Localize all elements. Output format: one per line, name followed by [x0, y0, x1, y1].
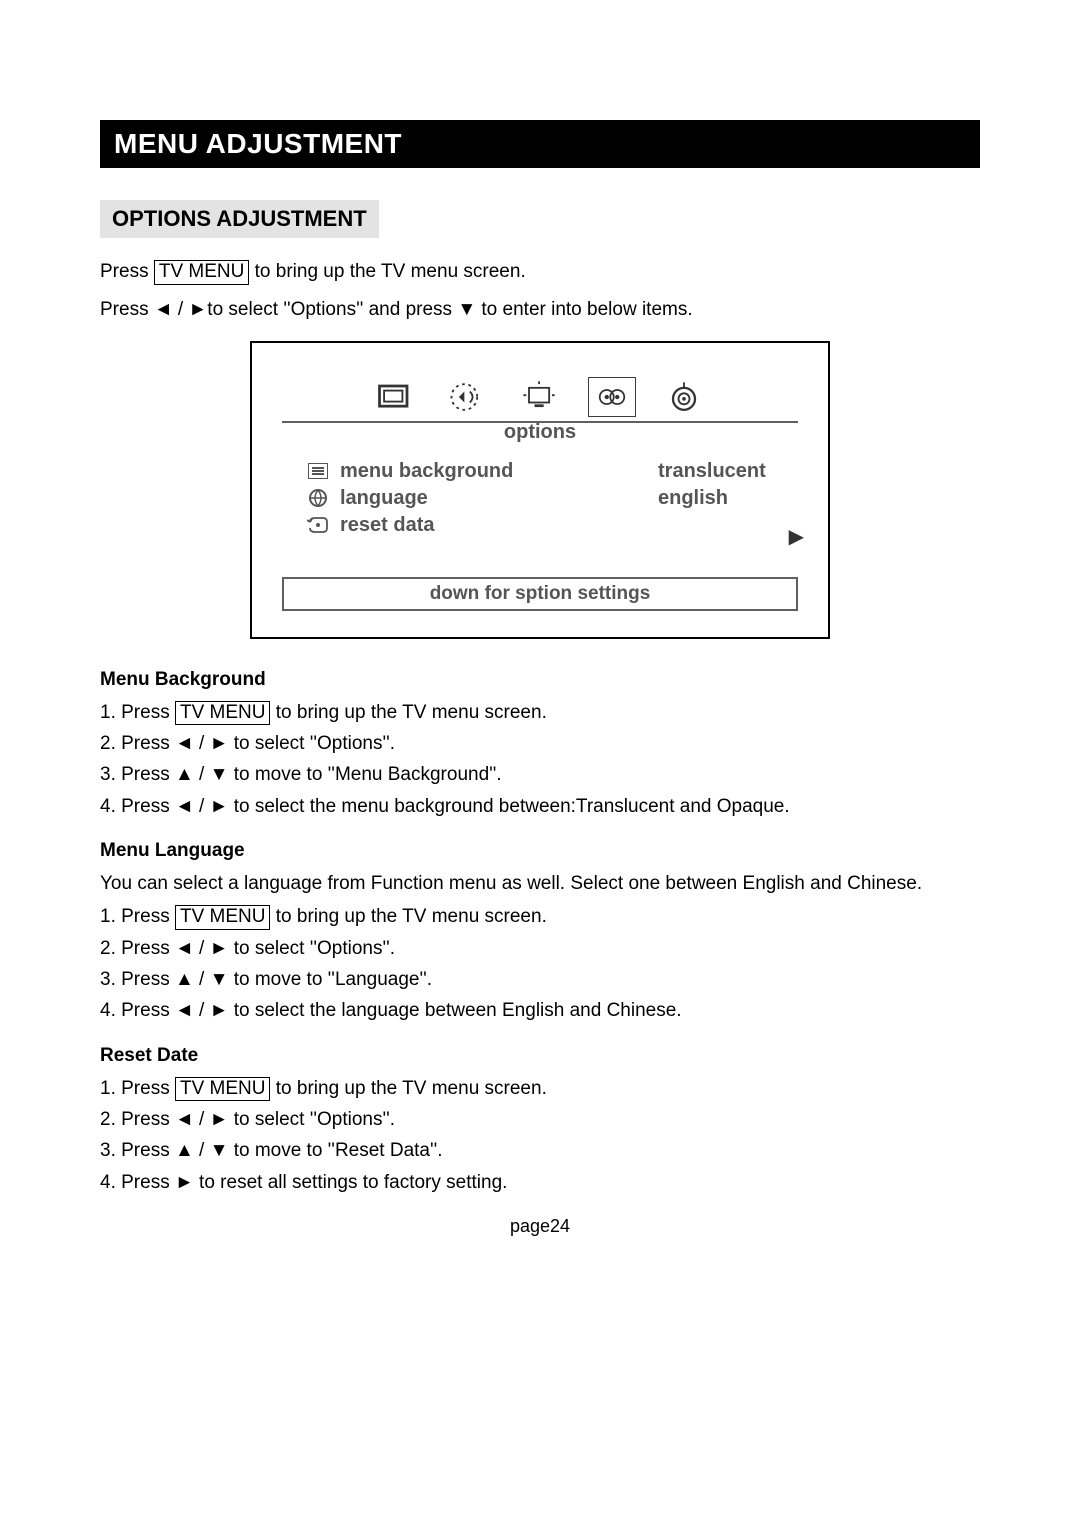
step-text: 1. Press: [100, 702, 175, 723]
intro-block: Press TV MENU to bring up the TV menu sc…: [100, 256, 980, 327]
menu-item-value: english: [658, 487, 798, 510]
instruction-step: 2. Press ◄ / ► to select ''Options''.: [100, 1104, 980, 1135]
menu-row-language: language english: [306, 487, 798, 510]
tv-menu-button-label: TV MENU: [175, 905, 271, 930]
step-text: to bring up the TV menu screen.: [270, 906, 546, 927]
subsection-title: Menu Language: [100, 840, 980, 862]
instruction-step: 1. Press TV MENU to bring up the TV menu…: [100, 1073, 980, 1104]
step-text: 1. Press: [100, 1078, 175, 1099]
body-paragraph: You can select a language from Function …: [100, 868, 980, 899]
instruction-step: 2. Press ◄ / ► to select ''Options''.: [100, 933, 980, 964]
instruction-step: 3. Press ▲ / ▼ to move to ''Language''.: [100, 964, 980, 995]
intro-text: Press ◄ / ►to select ''Options'' and pre…: [100, 294, 980, 326]
menu-row-background: menu background translucent: [306, 460, 798, 483]
menu-item-label: language: [340, 487, 648, 510]
step-text: 1. Press: [100, 906, 175, 927]
intro-text: to bring up the TV menu screen.: [249, 261, 525, 282]
screen-footer-note: down for sption settings: [282, 577, 798, 611]
menu-row-reset: reset data: [306, 514, 798, 537]
tab-sound-icon: [444, 377, 492, 417]
section-heading: OPTIONS ADJUSTMENT: [100, 200, 379, 238]
tv-menu-button-label: TV MENU: [175, 701, 271, 726]
tab-channel-icon: [660, 377, 708, 417]
tv-menu-button-label: TV MENU: [175, 1077, 271, 1102]
page-number: page24: [100, 1216, 980, 1237]
instruction-sections: Menu Background 1. Press TV MENU to bring…: [100, 669, 980, 1198]
step-text: to bring up the TV menu screen.: [270, 1078, 546, 1099]
tv-menu-button-label: TV MENU: [154, 260, 250, 285]
subsection-title: Reset Date: [100, 1045, 980, 1067]
tv-menu-screenshot: options menu background translucent lang…: [250, 341, 830, 639]
screen-tab-title: options: [504, 421, 576, 443]
instruction-step: 4. Press ◄ / ► to select the menu backgr…: [100, 791, 980, 822]
subsection-title: Menu Background: [100, 669, 980, 691]
page-title: MENU ADJUSTMENT: [100, 120, 980, 168]
list-icon: [306, 463, 330, 479]
menu-item-value: translucent: [658, 460, 798, 483]
step-text: to bring up the TV menu screen.: [270, 702, 546, 723]
tab-options-icon: [588, 377, 636, 417]
instruction-step: 3. Press ▲ / ▼ to move to ''Menu Backgro…: [100, 759, 980, 790]
menu-item-label: menu background: [340, 460, 648, 483]
intro-text: Press: [100, 261, 154, 282]
instruction-step: 3. Press ▲ / ▼ to move to ''Reset Data''…: [100, 1135, 980, 1166]
instruction-step: 2. Press ◄ / ► to select ''Options''.: [100, 728, 980, 759]
globe-icon: [306, 488, 330, 508]
instruction-step: 4. Press ► to reset all settings to fact…: [100, 1167, 980, 1198]
instruction-step: 1. Press TV MENU to bring up the TV menu…: [100, 901, 980, 932]
reset-icon: [306, 516, 330, 534]
tab-picture-icon: [372, 377, 420, 417]
tab-row: [282, 377, 798, 417]
arrow-right-icon: ▶: [789, 524, 804, 549]
menu-item-label: reset data: [340, 514, 648, 537]
menu-list: menu background translucent language eng…: [306, 460, 798, 537]
instruction-step: 1. Press TV MENU to bring up the TV menu…: [100, 697, 980, 728]
instruction-step: 4. Press ◄ / ► to select the language be…: [100, 995, 980, 1026]
tab-screen-icon: [516, 377, 564, 417]
